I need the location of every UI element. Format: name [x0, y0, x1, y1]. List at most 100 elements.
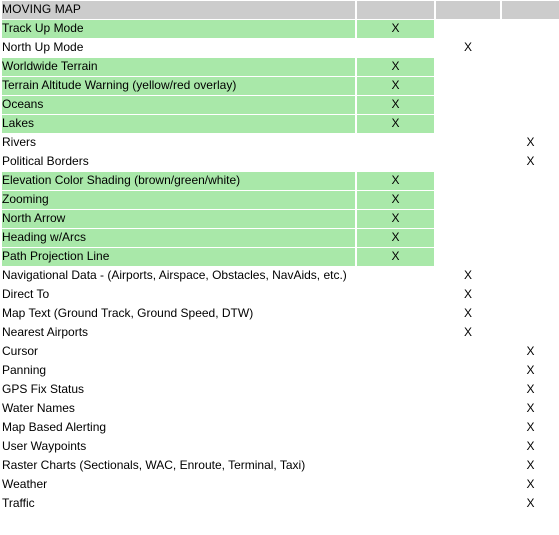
- table-row: Rivers X: [2, 134, 559, 152]
- table-row: Water Names X: [2, 400, 559, 418]
- cell-col3-empty: [436, 96, 500, 114]
- table-row: Cursor X: [2, 343, 559, 361]
- cell-col2-empty: [357, 153, 434, 171]
- cell-col4-marked: X: [502, 134, 559, 152]
- cell-col2-marked: X: [357, 77, 434, 95]
- feature-label: Traffic: [2, 495, 355, 513]
- cell-col3-empty: [436, 495, 500, 513]
- cell-col2-empty: [357, 305, 434, 323]
- table-row: Traffic X: [2, 495, 559, 513]
- cell-col2-empty: [357, 457, 434, 475]
- cell-col4-empty: [502, 39, 559, 57]
- feature-label: Zooming: [2, 191, 355, 209]
- cell-col4-empty: [502, 96, 559, 114]
- cell-col3-empty: [436, 172, 500, 190]
- feature-label: Elevation Color Shading (brown/green/whi…: [2, 172, 355, 190]
- cell-col2-marked: X: [357, 248, 434, 266]
- header-cell-column-3: [436, 1, 500, 19]
- feature-label: Nearest Airports: [2, 324, 355, 342]
- cell-col3-marked: X: [436, 305, 500, 323]
- feature-label: Heading w/Arcs: [2, 229, 355, 247]
- feature-label: Map Text (Ground Track, Ground Speed, DT…: [2, 305, 355, 323]
- cell-col4-empty: [502, 248, 559, 266]
- cell-col4-empty: [502, 115, 559, 133]
- cell-col3-empty: [436, 438, 500, 456]
- cell-col4-empty: [502, 58, 559, 76]
- table-row: Track Up Mode X: [2, 20, 559, 38]
- cell-col4-marked: X: [502, 438, 559, 456]
- cell-col4-marked: X: [502, 476, 559, 494]
- cell-col2-empty: [357, 362, 434, 380]
- feature-label: Worldwide Terrain: [2, 58, 355, 76]
- feature-label: Map Based Alerting: [2, 419, 355, 437]
- table-row: Map Based Alerting X: [2, 419, 559, 437]
- cell-col2-empty: [357, 343, 434, 361]
- feature-label: Terrain Altitude Warning (yellow/red ove…: [2, 77, 355, 95]
- cell-col3-empty: [436, 457, 500, 475]
- table-row: Direct To X: [2, 286, 559, 304]
- cell-col4-empty: [502, 191, 559, 209]
- cell-col3-empty: [436, 229, 500, 247]
- table-row: Panning X: [2, 362, 559, 380]
- cell-col4-marked: X: [502, 400, 559, 418]
- cell-col3-empty: [436, 153, 500, 171]
- cell-col4-empty: [502, 77, 559, 95]
- feature-label: Raster Charts (Sectionals, WAC, Enroute,…: [2, 457, 355, 475]
- feature-label: Path Projection Line: [2, 248, 355, 266]
- feature-label: Political Borders: [2, 153, 355, 171]
- header-cell-column-2: [357, 1, 434, 19]
- cell-col2-marked: X: [357, 229, 434, 247]
- cell-col3-empty: [436, 343, 500, 361]
- cell-col4-empty: [502, 286, 559, 304]
- header-cell-column-4: [502, 1, 559, 19]
- feature-label: Navigational Data - (Airports, Airspace,…: [2, 267, 355, 285]
- cell-col4-marked: X: [502, 343, 559, 361]
- table-row: Weather X: [2, 476, 559, 494]
- cell-col4-empty: [502, 267, 559, 285]
- table-row: Political Borders X: [2, 153, 559, 171]
- feature-label: North Up Mode: [2, 39, 355, 57]
- table-row: Nearest Airports X: [2, 324, 559, 342]
- feature-label: Cursor: [2, 343, 355, 361]
- table-header-row: MOVING MAP: [2, 1, 559, 19]
- table-row: Map Text (Ground Track, Ground Speed, DT…: [2, 305, 559, 323]
- table-row: Oceans X: [2, 96, 559, 114]
- feature-label: Oceans: [2, 96, 355, 114]
- cell-col4-empty: [502, 210, 559, 228]
- cell-col2-empty: [357, 134, 434, 152]
- cell-col3-empty: [436, 210, 500, 228]
- cell-col2-marked: X: [357, 172, 434, 190]
- cell-col2-marked: X: [357, 210, 434, 228]
- cell-col4-empty: [502, 324, 559, 342]
- cell-col2-marked: X: [357, 191, 434, 209]
- cell-col3-marked: X: [436, 286, 500, 304]
- table-row: Zooming X: [2, 191, 559, 209]
- cell-col3-empty: [436, 20, 500, 38]
- cell-col2-empty: [357, 286, 434, 304]
- cell-col4-marked: X: [502, 495, 559, 513]
- feature-label: Water Names: [2, 400, 355, 418]
- cell-col4-empty: [502, 20, 559, 38]
- cell-col2-marked: X: [357, 58, 434, 76]
- moving-map-feature-matrix: MOVING MAP Track Up Mode X North Up Mode X W…: [0, 0, 559, 514]
- cell-col3-empty: [436, 248, 500, 266]
- cell-col4-marked: X: [502, 153, 559, 171]
- feature-label: GPS Fix Status: [2, 381, 355, 399]
- cell-col2-empty: [357, 495, 434, 513]
- cell-col2-empty: [357, 400, 434, 418]
- cell-col2-empty: [357, 39, 434, 57]
- cell-col3-empty: [436, 419, 500, 437]
- feature-label: Direct To: [2, 286, 355, 304]
- cell-col3-empty: [436, 381, 500, 399]
- cell-col3-empty: [436, 191, 500, 209]
- table-row: Lakes X: [2, 115, 559, 133]
- cell-col3-empty: [436, 362, 500, 380]
- cell-col2-empty: [357, 381, 434, 399]
- cell-col3-marked: X: [436, 324, 500, 342]
- cell-col4-marked: X: [502, 381, 559, 399]
- table-row: Elevation Color Shading (brown/green/whi…: [2, 172, 559, 190]
- feature-label: Weather: [2, 476, 355, 494]
- cell-col2-empty: [357, 438, 434, 456]
- table-row: North Up Mode X: [2, 39, 559, 57]
- feature-label: Rivers: [2, 134, 355, 152]
